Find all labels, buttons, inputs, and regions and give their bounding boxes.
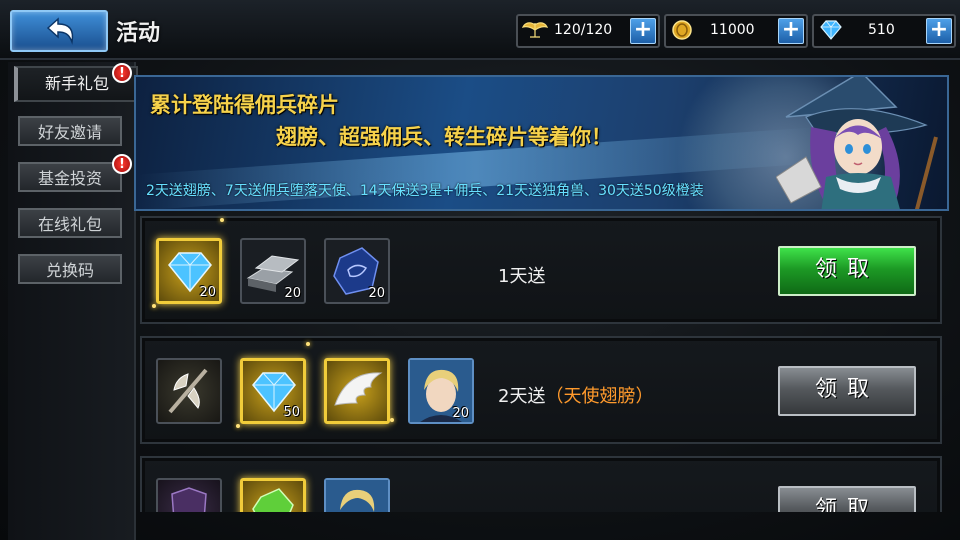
item-quantity: 20: [368, 286, 385, 301]
item-quantity: 20: [199, 285, 216, 300]
reward-day-label: 2天送（天使翅膀）: [498, 382, 653, 408]
reward-item-slot[interactable]: [156, 478, 222, 512]
sparkle-effect: [390, 418, 394, 422]
day-text: 2天送: [498, 386, 546, 407]
sidebar-item-label: 兑换码: [45, 261, 94, 280]
stamina-wings-icon: [522, 22, 548, 38]
reward-item-slot[interactable]: 20: [240, 238, 306, 304]
alert-badge: !: [112, 154, 132, 174]
claim-button[interactable]: 领取: [778, 246, 916, 296]
add-stamina-button[interactable]: +: [630, 18, 656, 44]
reward-list[interactable]: 20 20 20 1天送 领取 50 20 2天送（天使翅膀） 领取 领取: [134, 212, 949, 512]
reward-row-day-2: 50 20 2天送（天使翅膀） 领取: [140, 336, 942, 444]
reward-item-slot[interactable]: [156, 358, 222, 424]
sidebar: 新手礼包 好友邀请 基金投资 在线礼包 兑换码: [8, 62, 138, 540]
diamond-icon: [820, 20, 842, 40]
add-gold-button[interactable]: +: [778, 18, 804, 44]
page-title: 活动: [116, 21, 161, 46]
reward-day-label: 1天送: [498, 262, 545, 288]
banner-subheadline: 翅膀、超强佣兵、转生碎片等着你！: [276, 125, 612, 149]
diamond-value: 510: [868, 22, 895, 38]
sidebar-item-label: 新手礼包: [44, 74, 109, 93]
alert-badge: !: [112, 63, 132, 83]
banner-headline: 累计登陆得佣兵碎片: [150, 93, 339, 117]
sparkle-effect: [236, 424, 240, 428]
claim-button[interactable]: 领取: [778, 366, 916, 416]
witch-character-illustration: [776, 77, 938, 209]
reward-row-day-3: 领取: [140, 456, 942, 512]
sidebar-item-friend-invite[interactable]: 好友邀请: [18, 116, 122, 146]
sparkle-effect: [152, 304, 156, 308]
day-extra-text: （天使翅膀）: [545, 386, 654, 407]
battle-axe-icon: [168, 368, 208, 414]
back-arrow-icon: [46, 17, 74, 45]
sidebar-item-label: 在线礼包: [37, 215, 102, 234]
reward-item-slot[interactable]: 20: [156, 238, 222, 304]
dark-armor-icon: [171, 487, 207, 512]
reward-item-slot[interactable]: [324, 478, 390, 512]
add-diamond-button[interactable]: +: [926, 18, 952, 44]
sparkle-effect: [306, 342, 310, 346]
banner-description: 2天送翅膀、7天送佣兵堕落天使、14天保送3星+佣兵、21天送独角兽、30天送5…: [146, 183, 704, 199]
item-quantity: 20: [452, 406, 469, 421]
event-banner: 累计登陆得佣兵碎片 翅膀、超强佣兵、转生碎片等着你！ 2天送翅膀、7天送佣兵堕落…: [134, 75, 949, 211]
reward-item-slot[interactable]: 20: [408, 358, 474, 424]
item-quantity: 20: [284, 286, 301, 301]
day-text: 1天送: [498, 266, 546, 287]
top-bar: 活动 120/120 + 11000 + 510 +: [0, 0, 960, 60]
sidebar-item-online-gift[interactable]: 在线礼包: [18, 208, 122, 238]
claim-button[interactable]: 领取: [778, 486, 916, 512]
angel-wings-icon: [334, 372, 383, 406]
diamond-counter: 510 +: [812, 14, 956, 48]
reward-item-slot[interactable]: [240, 478, 306, 512]
sidebar-item-label: 基金投资: [37, 169, 102, 188]
stamina-counter: 120/120 +: [516, 14, 660, 48]
stamina-value: 120/120: [554, 22, 613, 38]
reward-item-slot[interactable]: [324, 358, 390, 424]
gold-value: 11000: [710, 22, 755, 38]
sidebar-item-fund-invest[interactable]: 基金投资: [18, 162, 122, 192]
item-quantity: 50: [283, 405, 300, 420]
hero-portrait-icon: [326, 480, 388, 512]
gold-coin-icon: [672, 20, 692, 40]
reward-item-slot[interactable]: 20: [324, 238, 390, 304]
back-button[interactable]: [10, 10, 108, 52]
sidebar-item-redeem-code[interactable]: 兑换码: [18, 254, 122, 284]
sparkle-effect: [220, 218, 224, 222]
reward-row-day-1: 20 20 20 1天送 领取: [140, 216, 942, 324]
sidebar-item-label: 好友邀请: [37, 123, 102, 142]
reward-item-slot[interactable]: 50: [240, 358, 306, 424]
green-crystal-icon: [252, 488, 294, 512]
gold-counter: 11000 +: [664, 14, 808, 48]
